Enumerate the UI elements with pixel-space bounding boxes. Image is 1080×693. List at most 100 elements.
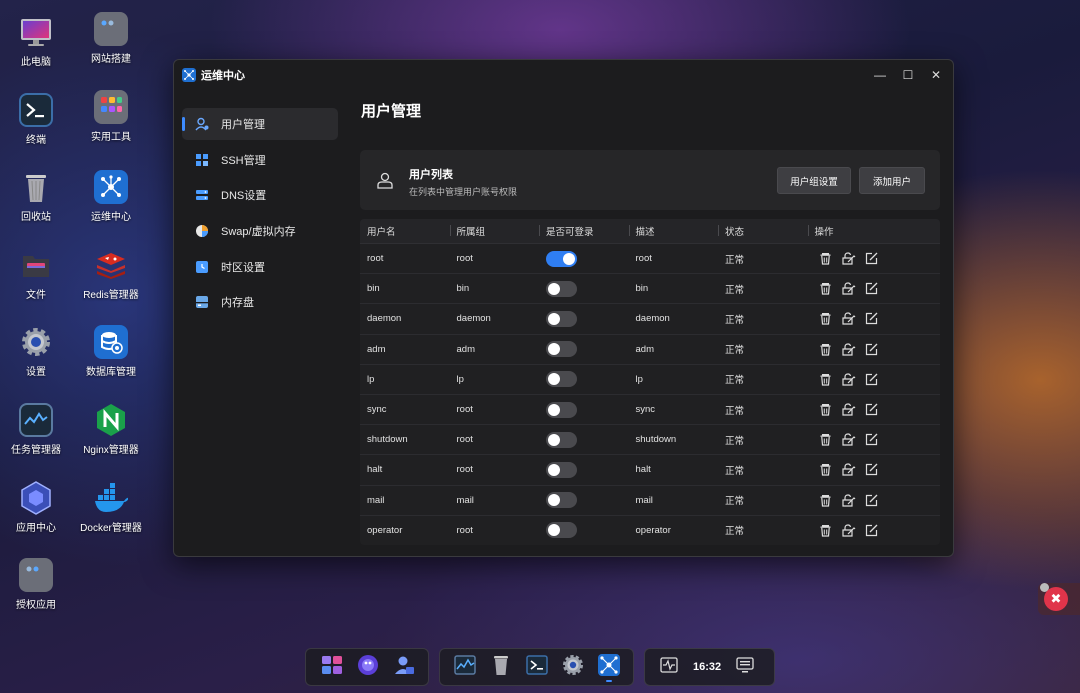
desktop-icon-label: Redis管理器 — [83, 290, 139, 301]
cell-description: root — [635, 253, 652, 265]
close-circle-icon[interactable]: ✖ — [1044, 587, 1068, 611]
sidebar-item-ramdisk[interactable]: 内存盘 — [182, 286, 338, 318]
cell-actions — [808, 433, 940, 447]
delete-icon[interactable] — [819, 433, 833, 447]
ssh-icon — [195, 153, 209, 167]
edit-icon[interactable] — [865, 342, 879, 356]
password-icon[interactable] — [841, 493, 856, 507]
delete-icon[interactable] — [819, 523, 833, 537]
edit-icon[interactable] — [865, 493, 879, 507]
column-header[interactable]: 用户名 — [360, 224, 450, 238]
table-row: shutdown root shutdown 正常 — [360, 425, 940, 456]
assistant-button[interactable] — [350, 649, 386, 685]
cell-status: 正常 — [725, 435, 745, 447]
password-icon[interactable] — [841, 252, 856, 266]
password-icon[interactable] — [841, 282, 856, 296]
taskbar-recycle-bin[interactable] — [483, 649, 519, 685]
password-icon[interactable] — [841, 403, 856, 417]
desktop-icon-label: 应用中心 — [16, 523, 56, 534]
user-account-button[interactable] — [386, 649, 422, 685]
login-toggle[interactable] — [546, 280, 577, 297]
cell-username: shutdown — [367, 434, 408, 446]
delete-icon[interactable] — [819, 493, 833, 507]
delete-icon[interactable] — [819, 312, 833, 326]
edit-icon[interactable] — [865, 312, 879, 326]
sidebar-item-user-management[interactable]: 用户管理 — [182, 108, 338, 140]
edit-icon[interactable] — [865, 372, 879, 386]
app-icon — [182, 68, 196, 82]
password-icon[interactable] — [841, 523, 856, 537]
start-menu-button[interactable] — [314, 649, 350, 685]
edit-icon[interactable] — [865, 252, 879, 266]
title-bar[interactable]: 运维中心 — ☐ ✕ — [174, 60, 953, 90]
sidebar-item-ssh[interactable]: SSH管理 — [182, 144, 338, 176]
taskbar-settings[interactable] — [555, 649, 591, 685]
column-header[interactable]: 所属组 — [449, 224, 540, 238]
delete-icon[interactable] — [819, 342, 833, 356]
sidebar-item-swap[interactable]: Swap/虚拟内存 — [182, 215, 338, 247]
desktop-icon-site-builder[interactable]: 网站搭建 — [72, 12, 150, 65]
login-toggle[interactable] — [546, 401, 577, 418]
floating-assistant[interactable]: ✖ — [1038, 583, 1080, 615]
password-icon[interactable] — [841, 433, 856, 447]
login-toggle[interactable] — [546, 461, 577, 478]
taskbar-terminal[interactable] — [519, 649, 555, 685]
desktop-icon-task-manager[interactable]: 任务管理器 — [0, 403, 75, 456]
taskbar-task-manager[interactable] — [447, 649, 483, 685]
nginx-icon — [94, 403, 128, 437]
desktop-icon-database[interactable]: 数据库管理 — [72, 325, 150, 378]
cell-username: bin — [367, 283, 380, 295]
desktop-icon-app-center[interactable]: 应用中心 — [0, 481, 75, 534]
show-desktop-button[interactable] — [727, 649, 763, 685]
card-title: 用户列表 — [409, 169, 453, 181]
login-toggle[interactable] — [546, 522, 577, 539]
password-icon[interactable] — [841, 463, 856, 477]
desktop-icon-settings[interactable]: 设置 — [0, 325, 75, 378]
desktop-icon-nginx[interactable]: Nginx管理器 — [72, 403, 150, 456]
desktop-icon-redis[interactable]: Redis管理器 — [72, 248, 150, 301]
edit-icon[interactable] — [865, 282, 879, 296]
sidebar-item-dns[interactable]: DNS设置 — [182, 179, 338, 211]
login-toggle[interactable] — [546, 250, 577, 267]
password-icon[interactable] — [841, 312, 856, 326]
desktop-icon-ops-center[interactable]: 运维中心 — [72, 170, 150, 223]
password-icon[interactable] — [841, 342, 856, 356]
desktop-icon-label: 回收站 — [21, 212, 51, 223]
taskbar-ops-center[interactable] — [591, 649, 627, 685]
desktop-icon-utilities[interactable]: 实用工具 — [72, 90, 150, 143]
delete-icon[interactable] — [819, 282, 833, 296]
clock-time[interactable]: 16:32 — [693, 661, 721, 673]
sidebar-item-timezone[interactable]: 时区设置 — [182, 251, 338, 283]
group-settings-button[interactable]: 用户组设置 — [777, 167, 851, 194]
activity-chart-icon — [454, 654, 476, 680]
add-user-button[interactable]: 添加用户 — [859, 167, 925, 194]
delete-icon[interactable] — [819, 372, 833, 386]
edit-icon[interactable] — [865, 523, 879, 537]
edit-icon[interactable] — [865, 433, 879, 447]
login-toggle[interactable] — [546, 341, 577, 358]
column-header[interactable]: 状态 — [718, 224, 808, 238]
desktop-icon-files[interactable]: 文件 — [0, 248, 75, 301]
desktop-icon-licensed-apps[interactable]: 授权应用 — [0, 558, 75, 611]
edit-icon[interactable] — [865, 463, 879, 477]
password-icon[interactable] — [841, 372, 856, 386]
desktop-icon-docker[interactable]: Docker管理器 — [72, 481, 150, 534]
login-toggle[interactable] — [546, 371, 577, 388]
delete-icon[interactable] — [819, 463, 833, 477]
edit-icon[interactable] — [865, 403, 879, 417]
desktop-icon-this-pc[interactable]: 此电脑 — [0, 15, 75, 68]
delete-icon[interactable] — [819, 252, 833, 266]
close-button[interactable]: ✕ — [925, 67, 947, 83]
login-toggle[interactable] — [546, 431, 577, 448]
login-toggle[interactable] — [546, 492, 577, 509]
desktop-icon-terminal[interactable]: 终端 — [0, 93, 75, 146]
column-header[interactable]: 操作 — [807, 224, 940, 238]
maximize-button[interactable]: ☐ — [897, 67, 919, 83]
delete-icon[interactable] — [819, 403, 833, 417]
column-header[interactable]: 描述 — [628, 224, 719, 238]
system-monitor-button[interactable] — [651, 649, 687, 685]
login-toggle[interactable] — [546, 310, 577, 327]
desktop-icon-recycle-bin[interactable]: 回收站 — [0, 170, 75, 223]
column-header[interactable]: 是否可登录 — [539, 224, 629, 238]
minimize-button[interactable]: — — [869, 67, 891, 83]
